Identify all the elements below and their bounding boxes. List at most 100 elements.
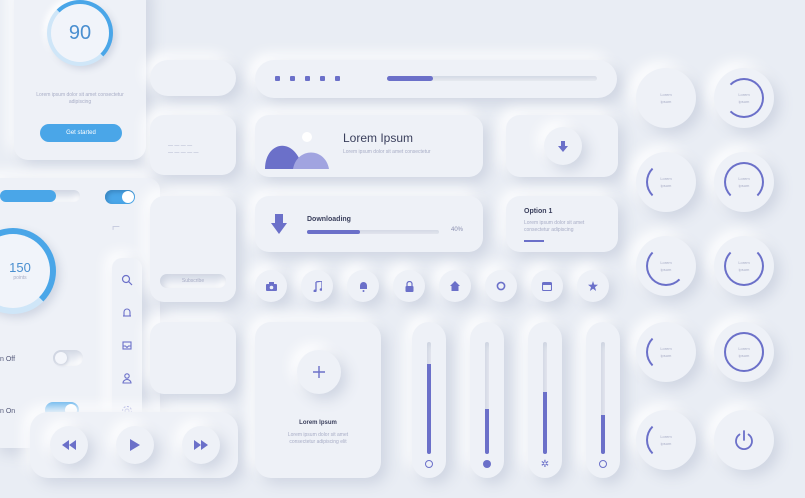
add-button[interactable] bbox=[297, 350, 341, 394]
subscribe-field[interactable]: Subscribe bbox=[160, 274, 226, 288]
play-button[interactable] bbox=[116, 426, 154, 464]
playback-bar bbox=[30, 412, 238, 478]
score-card: 90 Lorem ipsum dolor sit amet consectetu… bbox=[14, 0, 146, 160]
gauge-unit: points bbox=[13, 275, 27, 281]
toggle-knob bbox=[122, 191, 134, 203]
slider-fill bbox=[485, 409, 489, 454]
dial[interactable]: Lorem ipsum bbox=[714, 236, 774, 296]
toggle-off[interactable] bbox=[53, 350, 83, 366]
dial[interactable]: Lorem ipsum bbox=[636, 322, 696, 382]
mountain-image-icon bbox=[265, 132, 329, 169]
dial[interactable]: Lorem ipsum bbox=[636, 410, 696, 470]
power-icon bbox=[735, 430, 753, 451]
image-card-description: Lorem ipsum dolor sit amet consectetur bbox=[343, 149, 431, 155]
step-dot[interactable] bbox=[335, 76, 340, 81]
slider-fill bbox=[601, 414, 605, 454]
dial-label: Lorem ipsum bbox=[738, 176, 750, 188]
get-started-button[interactable]: Get started bbox=[40, 124, 122, 142]
download-button[interactable] bbox=[544, 127, 582, 165]
camera-button[interactable] bbox=[255, 270, 287, 302]
dial-ring: Lorem ipsum bbox=[724, 162, 764, 202]
toggle-knob bbox=[55, 352, 67, 364]
dial-label: Lorem ipsum bbox=[738, 92, 750, 104]
gear-icon bbox=[496, 281, 506, 291]
slider-handle[interactable] bbox=[483, 460, 491, 468]
dial-ring: Lorem ipsum bbox=[646, 162, 686, 202]
text-card-lines: — — — — — — — — — bbox=[168, 143, 199, 156]
dial[interactable]: Lorem ipsum bbox=[636, 152, 696, 212]
dial-ring: Lorem ipsum bbox=[646, 420, 686, 460]
sidebar-chevron: ⌐ bbox=[112, 218, 121, 234]
vertical-slider-2[interactable] bbox=[470, 322, 504, 478]
dial-label: Lorem ipsum bbox=[660, 346, 672, 358]
calendar-button[interactable] bbox=[531, 270, 563, 302]
dial[interactable]: Lorem ipsum bbox=[714, 68, 774, 128]
image-card-title: Lorem Ipsum bbox=[343, 131, 414, 145]
text-card-3 bbox=[150, 322, 236, 394]
download-icon bbox=[558, 140, 568, 152]
power-button[interactable] bbox=[714, 410, 774, 470]
dial[interactable]: Lorem ipsum bbox=[636, 68, 696, 128]
blue-progress-fill bbox=[0, 190, 56, 202]
icon-row bbox=[255, 270, 625, 306]
icon-sidebar bbox=[112, 258, 142, 433]
vertical-slider-4[interactable] bbox=[586, 322, 620, 478]
gear-button[interactable] bbox=[485, 270, 517, 302]
toggle-off-label: n Off bbox=[0, 356, 16, 363]
previous-button[interactable] bbox=[50, 426, 88, 464]
lock-button[interactable] bbox=[393, 270, 425, 302]
download-progress-fill bbox=[307, 230, 360, 234]
step-track bbox=[387, 76, 597, 81]
home-button[interactable] bbox=[439, 270, 471, 302]
slider-handle[interactable] bbox=[599, 460, 607, 468]
dial-grid: Lorem ipsum Lorem ipsum Lorem ipsum Lore… bbox=[630, 60, 800, 490]
dial-label: Lorem ipsum bbox=[660, 176, 672, 188]
downloading-card: Downloading 40% bbox=[255, 196, 483, 252]
slider-handle[interactable] bbox=[425, 460, 433, 468]
slider-track bbox=[427, 342, 431, 454]
slider-track bbox=[543, 342, 547, 454]
download-progress-track bbox=[307, 230, 439, 234]
download-card bbox=[506, 115, 618, 177]
downloading-label: Downloading bbox=[307, 216, 351, 223]
slider-fill bbox=[427, 364, 431, 454]
music-button[interactable] bbox=[301, 270, 333, 302]
option-card[interactable]: Option 1 Lorem ipsum dolor sit amet cons… bbox=[506, 196, 618, 252]
star-button[interactable] bbox=[577, 270, 609, 302]
star-icon bbox=[588, 281, 598, 291]
music-icon bbox=[313, 280, 322, 292]
add-card: Lorem Ipsum Lorem ipsum dolor sit amet c… bbox=[255, 322, 381, 478]
user-icon[interactable] bbox=[121, 372, 133, 384]
bell-icon bbox=[358, 281, 368, 292]
dial-ring: Lorem ipsum bbox=[724, 246, 764, 286]
text-card-1: — — — — — — — — — bbox=[150, 115, 236, 175]
step-fill bbox=[387, 76, 434, 81]
dial[interactable]: Lorem ipsum bbox=[636, 236, 696, 296]
bell-icon[interactable] bbox=[121, 307, 133, 319]
dial[interactable]: Lorem ipsum bbox=[714, 322, 774, 382]
dial-label: Lorem ipsum bbox=[660, 260, 672, 272]
lock-icon bbox=[405, 280, 413, 292]
dial[interactable]: Lorem ipsum bbox=[714, 152, 774, 212]
play-icon bbox=[130, 439, 140, 451]
bell-button[interactable] bbox=[347, 270, 379, 302]
gauge: 150 points bbox=[0, 228, 56, 314]
slider-track bbox=[485, 342, 489, 454]
slider-handle[interactable]: ✲ bbox=[540, 460, 550, 470]
search-bar[interactable] bbox=[150, 60, 236, 96]
inbox-icon[interactable] bbox=[121, 339, 133, 351]
step-dot[interactable] bbox=[275, 76, 280, 81]
top-toggle[interactable] bbox=[105, 190, 135, 204]
step-dots bbox=[275, 76, 340, 81]
score-ring: 90 bbox=[47, 0, 113, 66]
vertical-slider-1[interactable] bbox=[412, 322, 446, 478]
dial-label: Lorem ipsum bbox=[660, 434, 672, 446]
search-icon[interactable] bbox=[121, 274, 133, 286]
option-title: Option 1 bbox=[524, 208, 553, 215]
step-dot[interactable] bbox=[320, 76, 325, 81]
vertical-slider-3[interactable]: ✲ bbox=[528, 322, 562, 478]
step-dot[interactable] bbox=[290, 76, 295, 81]
step-dot[interactable] bbox=[305, 76, 310, 81]
get-started-label: Get started bbox=[66, 130, 96, 136]
next-button[interactable] bbox=[182, 426, 220, 464]
